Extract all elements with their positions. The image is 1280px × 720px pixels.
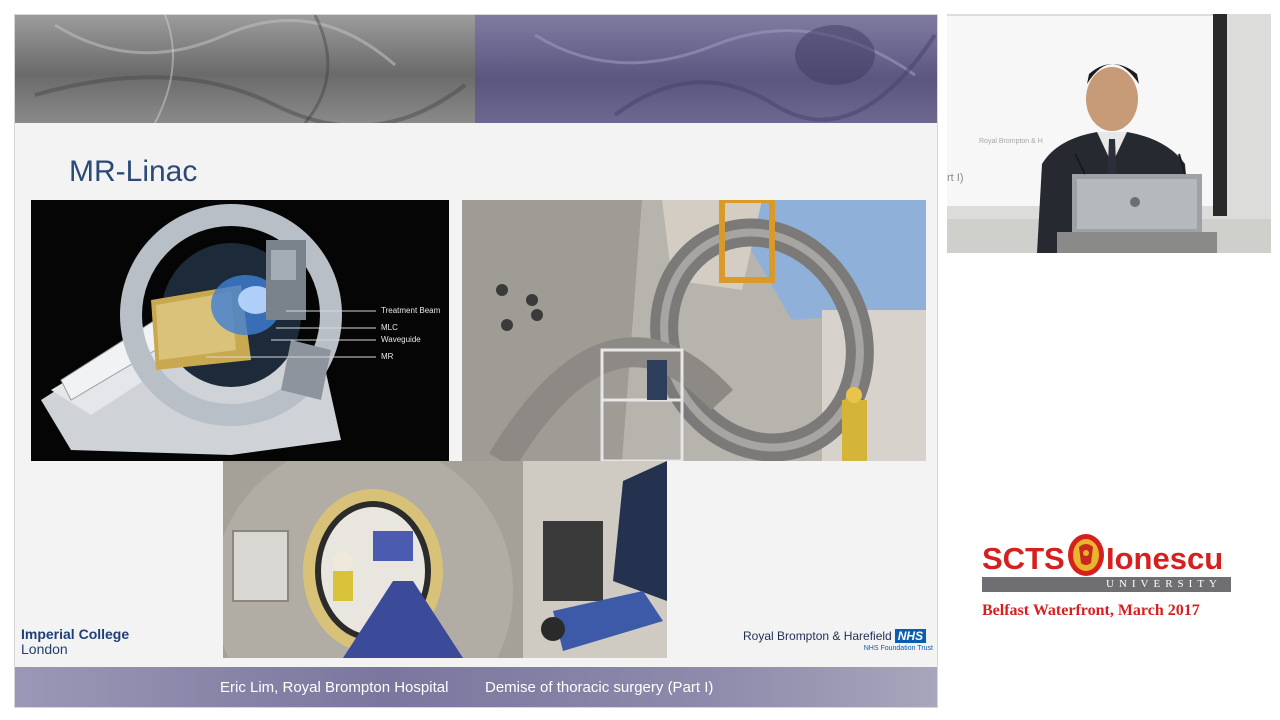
logo-scts-word: SCTS [982, 541, 1065, 576]
rbh-logo-name: Royal Brompton & Harefield [743, 629, 892, 643]
imperial-college-logo: Imperial College London [21, 627, 129, 657]
lung-texture-image [34, 15, 937, 123]
imperial-logo-line2: London [21, 641, 68, 657]
speaker-figure [947, 64, 1271, 253]
scts-ionescu-logo: SCTS Ionescu UNIVERSITY Belfast Waterfro… [982, 533, 1242, 633]
slide-title: MR-Linac [69, 155, 198, 188]
magnet-bore-photo [223, 461, 667, 658]
imperial-logo-line1: Imperial College [21, 626, 130, 642]
mr-linac-diagram-image: Treatment Beam MLC Waveguide MR [31, 200, 449, 461]
callout-mr: MR [381, 352, 394, 361]
footer-presenter: Eric Lim, Royal Brompton Hospital [220, 679, 449, 696]
speaker-video: Royal Brompton & H rt I) [947, 14, 1271, 253]
royal-brompton-logo: Royal Brompton & Harefield NHS NHS Founda… [743, 627, 935, 652]
callout-treatment-beam: Treatment Beam [381, 306, 441, 315]
footer-talk-title: Demise of thoracic surgery (Part I) [485, 679, 714, 696]
rbh-logo-subtitle: NHS Foundation Trust [863, 645, 933, 652]
presentation-slide: MR-Linac Treatment Beam MLC Waveguide MR [14, 14, 938, 708]
callout-waveguide: Waveguide [381, 335, 421, 344]
logo-university-text: UNIVERSITY [1106, 578, 1222, 590]
slide-header-banner [15, 15, 937, 123]
ionescu-seal-icon [1068, 534, 1104, 576]
nhs-badge: NHS [894, 629, 927, 643]
logo-ionescu-word: Ionescu [1106, 541, 1224, 576]
event-location-date: Belfast Waterfront, March 2017 [982, 602, 1200, 619]
ring-installation-photo [462, 200, 926, 461]
callout-mlc: MLC [381, 323, 398, 332]
slide-footer: Eric Lim, Royal Brompton Hospital Demise… [15, 667, 937, 707]
